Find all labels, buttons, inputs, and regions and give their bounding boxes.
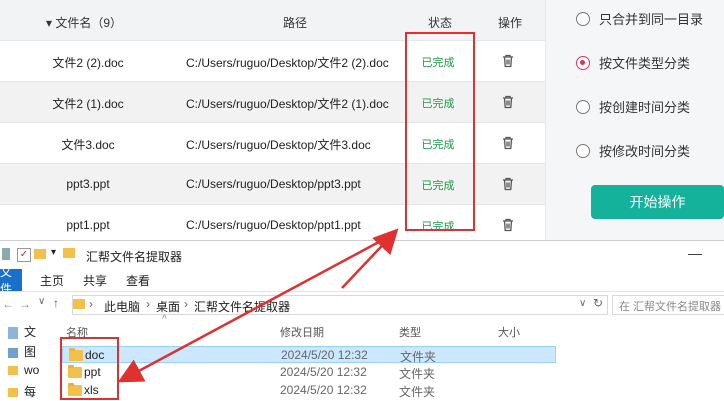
- arrow-icon: [341, 228, 399, 289]
- annotation-arrows: [117, 228, 399, 383]
- arrow-icon: [117, 234, 391, 383]
